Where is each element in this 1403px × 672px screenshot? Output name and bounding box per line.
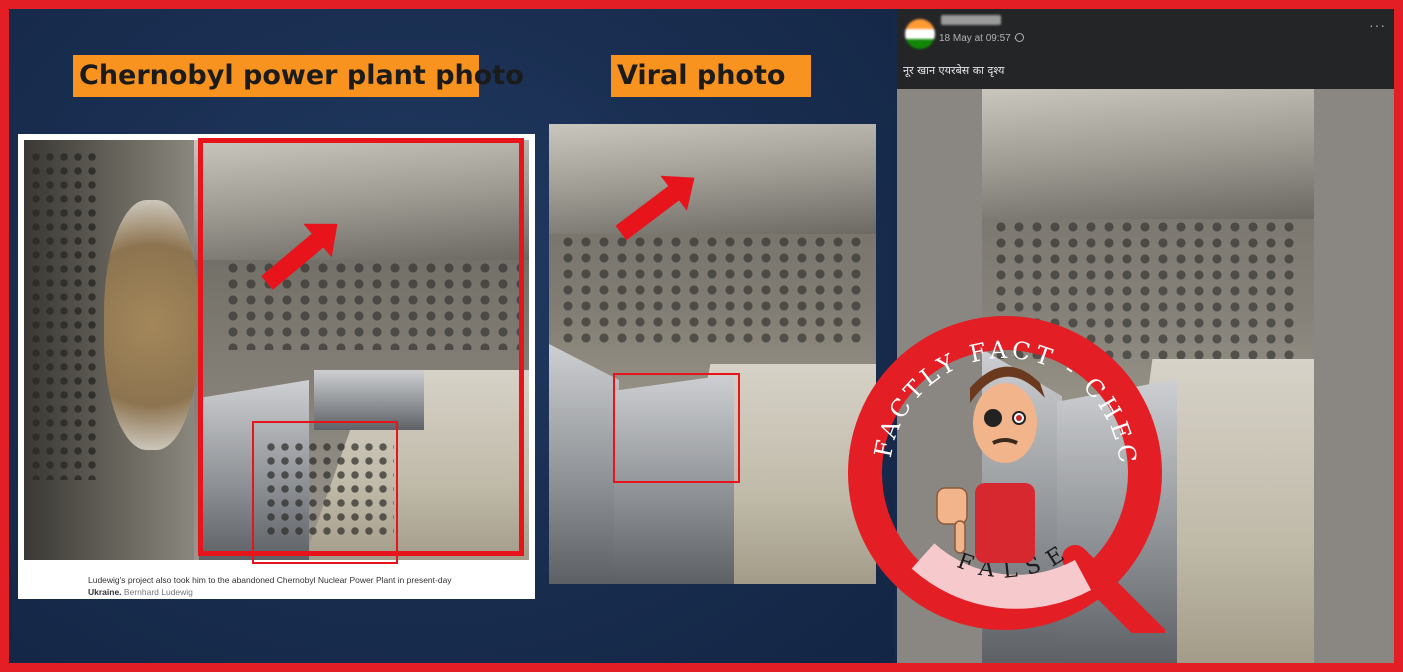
globe-icon — [1015, 33, 1024, 42]
fact-check-stamp: FACTLY FACT - CHECK FALSE — [845, 313, 1165, 633]
post-text: नूर खान एयरबेस का दृश्य — [903, 64, 1005, 77]
more-icon[interactable]: ··· — [1369, 17, 1386, 33]
post-header: 18 May at 09:57 · ··· नूर खान एयरबेस का … — [897, 9, 1394, 89]
caption-credit: Bernhard Ludewig — [123, 587, 193, 597]
author-name-blurred[interactable] — [941, 15, 1001, 25]
chernobyl-photo-card: Ludewig's project also took him to the a… — [18, 134, 535, 599]
chernobyl-console-box — [252, 421, 398, 564]
viral-console-box — [613, 373, 740, 483]
caption-text: Ludewig's project also took him to the a… — [88, 575, 452, 585]
magnifier-icon: FACTLY FACT - CHECK FALSE — [845, 313, 1165, 633]
comparison-panel: Chernobyl power plant photo Viral photo … — [9, 9, 894, 663]
photo-caption: Ludewig's project also took him to the a… — [88, 574, 508, 598]
fact-checker-character — [936, 366, 1045, 563]
thumbs-down-icon — [936, 487, 968, 554]
avatar[interactable] — [905, 19, 935, 49]
post-timestamp[interactable]: 18 May at 09:57 · — [939, 33, 1017, 44]
viral-label: Viral photo — [611, 55, 811, 97]
chernobyl-label: Chernobyl power plant photo — [73, 55, 524, 97]
infographic-frame: Chernobyl power plant photo Viral photo … — [9, 9, 1394, 663]
caption-bold: Ukraine. — [88, 587, 122, 597]
viral-photo — [549, 124, 876, 584]
